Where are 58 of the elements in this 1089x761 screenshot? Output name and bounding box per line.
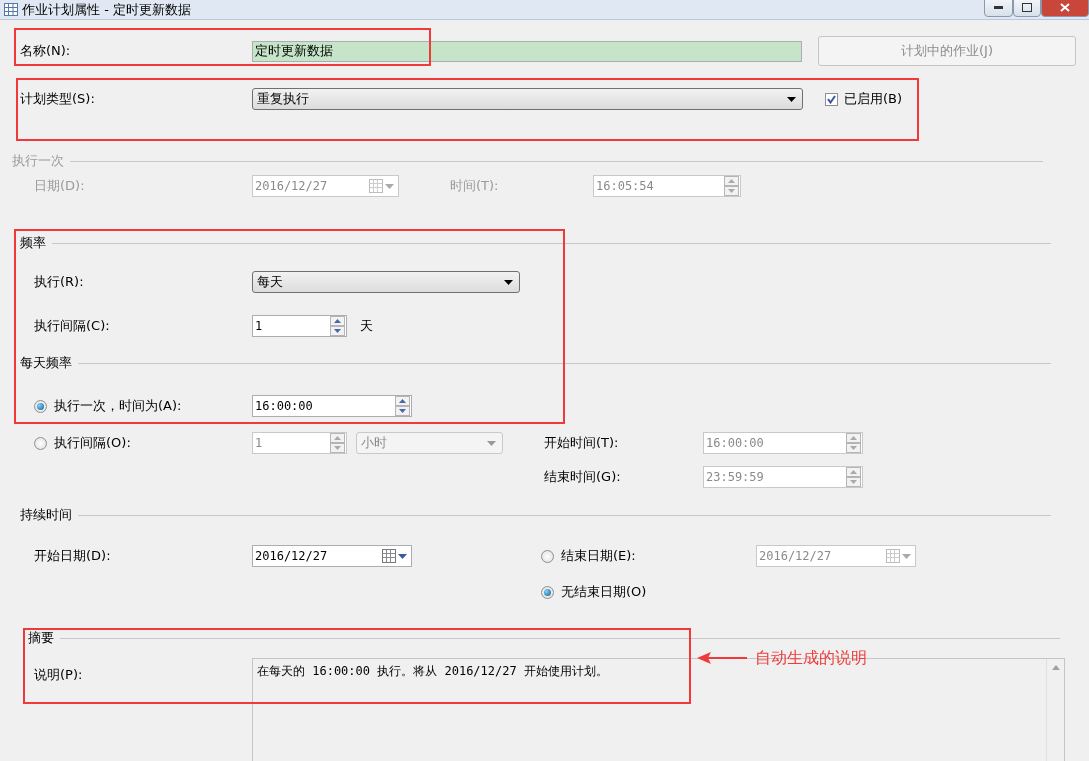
radio-label: 结束日期(E):	[561, 547, 636, 565]
spin-arrows-icon[interactable]	[330, 433, 345, 453]
minimize-icon	[994, 6, 1003, 9]
field-label: 时间(T):	[450, 177, 499, 195]
table-icon	[4, 3, 18, 16]
time-field[interactable]: 16:00:00	[252, 395, 412, 417]
field-label: 结束时间(G):	[544, 468, 621, 486]
field-label: 开始日期(D):	[34, 547, 111, 565]
radio-label: 无结束日期(O)	[561, 583, 647, 601]
maximize-button[interactable]	[1013, 0, 1041, 17]
field-label: 名称(N):	[20, 42, 71, 60]
date-field[interactable]: 2016/12/27	[756, 545, 916, 567]
spin-arrows-icon[interactable]	[330, 316, 345, 336]
group-title: 频率	[20, 234, 46, 252]
checkbox[interactable]	[825, 92, 838, 106]
number-field[interactable]: 1	[252, 315, 347, 337]
close-icon	[1060, 3, 1070, 12]
minimize-button[interactable]	[984, 0, 1013, 17]
field-label: 执行(R):	[34, 273, 84, 291]
spin-arrows-icon[interactable]	[846, 433, 861, 453]
checkbox-label: 已启用(B)	[844, 90, 903, 108]
maximize-icon	[1022, 3, 1032, 12]
group-title: 持续时间	[20, 506, 72, 524]
time-field[interactable]: 23:59:59	[703, 466, 863, 488]
input-field[interactable]: 定时更新数据	[252, 40, 802, 62]
date-field[interactable]: 2016/12/27	[252, 545, 412, 567]
window-title: 作业计划属性 - 定时更新数据	[22, 0, 191, 19]
radio-label: 执行一次，时间为(A):	[54, 397, 182, 415]
field-label: 说明(P):	[34, 666, 83, 684]
field-label: 开始时间(T):	[544, 434, 619, 452]
group-title: 摘要	[28, 629, 54, 647]
dropdown[interactable]: 每天	[252, 271, 520, 293]
time-field[interactable]: 16:00:00	[703, 432, 863, 454]
caret-icon	[504, 279, 513, 285]
spin-arrows-icon[interactable]	[395, 396, 410, 416]
dropdown[interactable]: 小时	[356, 432, 503, 454]
annotation-text: 自动生成的说明	[755, 648, 867, 669]
field-label: 执行间隔(C):	[34, 317, 110, 335]
field-label: 日期(D):	[34, 177, 85, 195]
radio-button[interactable]	[541, 585, 554, 599]
annotation-arrow	[697, 652, 747, 664]
calendar-icon[interactable]	[382, 549, 408, 563]
spin-arrows-icon[interactable]	[846, 467, 861, 487]
group-title: 每天频率	[20, 354, 72, 372]
field-label: 计划类型(S):	[20, 90, 95, 108]
radio-button[interactable]	[34, 436, 47, 450]
scroll-up-icon[interactable]	[1051, 665, 1060, 670]
caret-icon	[487, 440, 496, 446]
spin-arrows-icon[interactable]	[724, 176, 739, 196]
unit-label: 天	[360, 317, 373, 335]
radio-label: 执行间隔(O):	[54, 434, 131, 452]
radio-button[interactable]	[34, 399, 47, 413]
caret-icon	[787, 96, 796, 102]
dropdown[interactable]: 重复执行	[252, 88, 803, 110]
close-button[interactable]	[1041, 0, 1089, 17]
radio-button[interactable]	[541, 549, 554, 563]
number-field[interactable]: 1	[252, 432, 347, 454]
description-text: 在每天的 16:00:00 执行。将从 2016/12/27 开始使用计划。	[256, 663, 609, 680]
